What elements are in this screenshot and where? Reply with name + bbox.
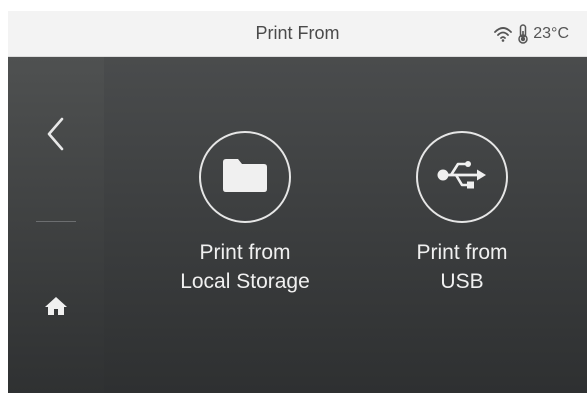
home-icon bbox=[44, 296, 68, 321]
local-storage-circle bbox=[199, 131, 291, 223]
usb-circle bbox=[416, 131, 508, 223]
status-area: 23°C bbox=[493, 11, 569, 56]
sidebar-divider bbox=[36, 221, 76, 222]
sidebar bbox=[8, 57, 104, 393]
main-content: Print from Local Storage Print from USB bbox=[104, 57, 587, 393]
temperature-readout: 23°C bbox=[533, 24, 569, 42]
thermometer-icon bbox=[517, 23, 529, 44]
print-from-usb-button[interactable]: Print from USB bbox=[362, 131, 562, 296]
home-button[interactable] bbox=[8, 275, 104, 341]
local-storage-label: Print from Local Storage bbox=[145, 238, 345, 296]
local-storage-label-line1: Print from bbox=[199, 241, 291, 264]
print-from-local-storage-button[interactable]: Print from Local Storage bbox=[145, 131, 345, 296]
top-bar: Print From 23°C bbox=[8, 11, 587, 57]
local-storage-label-line2: Local Storage bbox=[180, 270, 310, 293]
wifi-icon bbox=[493, 25, 513, 43]
chevron-left-icon bbox=[46, 117, 66, 156]
folder-icon bbox=[221, 156, 269, 199]
usb-label: Print from USB bbox=[362, 238, 562, 296]
printer-screen: Print From 23°C Print from Local Storage… bbox=[8, 11, 587, 393]
usb-label-line2: USB bbox=[440, 270, 484, 293]
back-button[interactable] bbox=[8, 99, 104, 173]
usb-icon bbox=[436, 159, 488, 196]
usb-label-line1: Print from bbox=[416, 241, 508, 264]
